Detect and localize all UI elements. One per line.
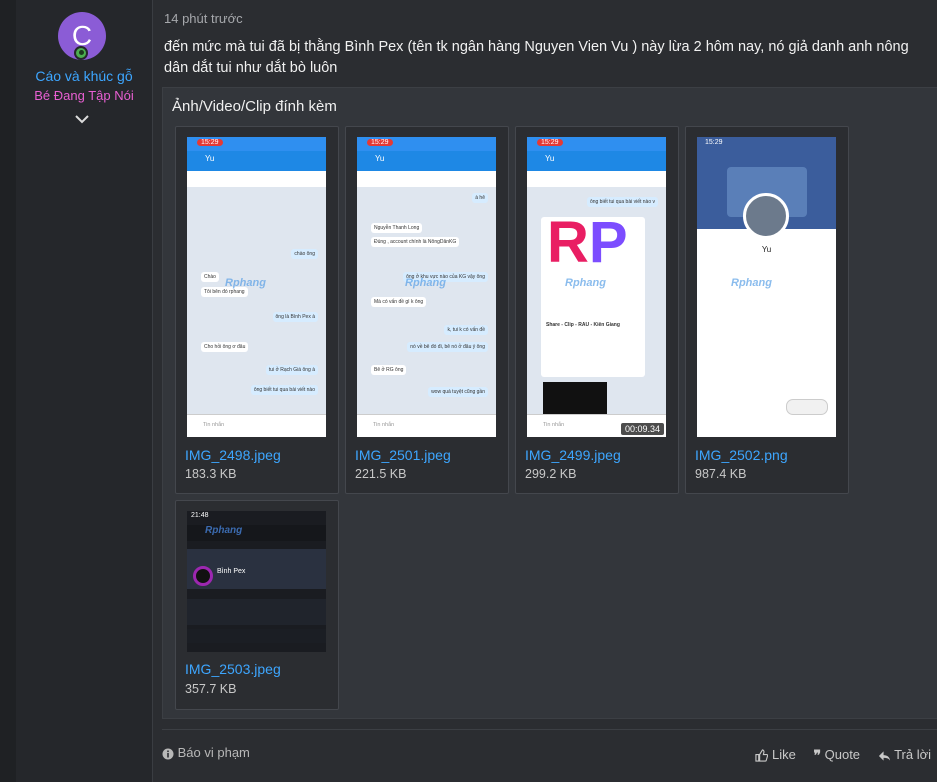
thumb-status-time: 15:29: [537, 139, 563, 146]
reply-label: Trả lời: [894, 747, 931, 762]
thumb-bubble: Chào: [201, 272, 219, 282]
thumb-chat-name: Yu: [205, 154, 215, 163]
username-link[interactable]: Cáo và khúc gỗ: [16, 68, 152, 84]
thumb-banner: [187, 171, 326, 187]
thumb-bubble: chào ông: [291, 249, 318, 259]
post-time[interactable]: 14 phút trước: [164, 11, 243, 26]
post-footer: Báo vi phạm Like ❞ Quote Trả lời: [162, 735, 937, 775]
thumb-watermark: Rphang: [731, 277, 772, 289]
footer-divider: [162, 729, 937, 730]
thumb-banner: [357, 171, 496, 187]
thumb-banner: [527, 171, 666, 187]
attachment-filename[interactable]: IMG_2498.jpeg: [185, 447, 281, 463]
attachment-thumbnail[interactable]: 15:29 Yu à hê Nguyễn Thanh Long Đúng , a…: [357, 137, 496, 437]
quote-icon: ❞: [813, 747, 821, 764]
left-strip: [0, 0, 16, 782]
thumb-video-preview: [543, 382, 607, 416]
thumb-watermark: Rphang: [225, 277, 266, 289]
attachment-filename[interactable]: IMG_2501.jpeg: [355, 447, 451, 463]
attachment-card[interactable]: 15:29 Yu à hê Nguyễn Thanh Long Đúng , a…: [345, 126, 509, 494]
thumb-bubble: Mà có vấn đề gì k ông: [371, 297, 427, 307]
reply-button[interactable]: Trả lời: [878, 747, 931, 762]
attachment-thumbnail[interactable]: 15:29 Yu chào ông Chào Tôi bên đó rphang…: [187, 137, 326, 437]
attachment-card[interactable]: 21:48 Rphang Bình Pex IMG_2503.jpeg 357.…: [175, 500, 339, 710]
attachment-thumbnail[interactable]: 15:29 Yu Rphang: [697, 137, 836, 437]
attachment-filename[interactable]: IMG_2503.jpeg: [185, 661, 281, 677]
thumb-bubble: Nguyễn Thanh Long: [371, 223, 423, 233]
attachment-filesize: 299.2 KB: [525, 467, 577, 481]
thumb-bubble: tui ở Rạch Giá ông à: [265, 365, 318, 375]
thumb-bubble: Đúng , account chính là NôngDânKG: [371, 237, 460, 247]
info-icon: [162, 748, 174, 760]
post-message: đến mức mà tui đã bị thằng Bình Pex (tên…: [164, 39, 909, 76]
thumb-bubble: ông là Bình Pex à: [272, 312, 318, 322]
attachment-card[interactable]: 15:29 Yu chào ông Chào Tôi bên đó rphang…: [175, 126, 339, 494]
thumb-chat-name: Yu: [375, 154, 385, 163]
thumb-bubble: nó về bê đó đi, bê nó ở đâu ý ông: [407, 342, 488, 352]
report-button[interactable]: Báo vi phạm: [162, 745, 250, 760]
attachment-filesize: 987.4 KB: [695, 467, 747, 481]
attachment-filesize: 221.5 KB: [355, 467, 407, 481]
thumb-chat-name: Yu: [545, 154, 555, 163]
thumb-watermark: Rphang: [405, 277, 446, 289]
thumb-bubble: à hê: [472, 193, 488, 203]
thumb-profile-name: Yu: [761, 245, 772, 254]
like-label: Like: [771, 747, 796, 762]
thumb-bubble: k, tui k có vấn đề: [444, 325, 488, 335]
quote-button[interactable]: ❞ Quote: [813, 747, 863, 764]
attachment-filename[interactable]: IMG_2499.jpeg: [525, 447, 621, 463]
user-sidebar: C Cáo và khúc gỗ Bé Đang Tập Nói: [0, 0, 153, 782]
online-status-icon: [74, 46, 88, 60]
attachments-block: Ảnh/Video/Clip đính kèm 15:29 Yu chào ôn…: [162, 87, 937, 719]
thumb-bubble: Share - Clip - RAU - Kiên Giang: [543, 320, 623, 330]
attachment-card[interactable]: 15:29 Yu Rphang IMG_2502.png 987.4 KB: [685, 126, 849, 494]
thumb-watermark: Rphang: [565, 277, 606, 289]
thumb-profile-avatar: [743, 193, 789, 239]
thumb-bubble: ông biết tui qua bài viết nào: [250, 385, 318, 395]
report-label: Báo vi phạm: [177, 745, 250, 760]
attachment-filesize: 183.3 KB: [185, 467, 237, 481]
attachment-thumbnail[interactable]: 15:29 Yu ông biết tui qua bài viết nào v…: [527, 137, 666, 437]
thumb-input: Tin nhắn: [187, 414, 326, 437]
post-body: 14 phút trước đến mức mà tui đã bị thằng…: [153, 0, 937, 782]
thumb-bubble: wow quá tuyệt cũng gần: [428, 387, 488, 397]
thumb-bubble: Cho hỏi ông ơ đâu: [201, 342, 249, 352]
attachment-card[interactable]: 15:29 Yu ông biết tui qua bài viết nào v…: [515, 126, 679, 494]
thumb-bubble: Bê ở RG ông: [371, 365, 407, 375]
thumb-bubble: ông biết tui qua bài viết nào v: [586, 197, 658, 207]
attachment-filename[interactable]: IMG_2502.png: [695, 447, 788, 463]
thumb-rp-logo: RP: [547, 210, 628, 275]
attachments-heading: Ảnh/Video/Clip đính kèm: [172, 98, 337, 115]
thumb-watermark: Rphang: [205, 525, 243, 536]
thumb-status-time: 15:29: [367, 139, 393, 146]
user-title: Bé Đang Tập Nói: [34, 88, 134, 103]
post-actions: Like ❞ Quote Trả lời: [741, 747, 931, 764]
thumb-status-time: 15:29: [197, 139, 223, 146]
thumb-input: Tin nhắn: [357, 414, 496, 437]
chevron-down-icon[interactable]: [74, 113, 90, 125]
thumbs-up-icon: [755, 749, 769, 762]
attachment-thumbnail[interactable]: 21:48 Rphang Bình Pex: [187, 511, 326, 652]
video-duration: 00:09.34: [620, 423, 664, 435]
quote-label: Quote: [824, 747, 861, 762]
attachment-filesize: 357.7 KB: [185, 682, 237, 696]
reply-icon: [878, 750, 890, 761]
like-button[interactable]: Like: [755, 747, 799, 762]
